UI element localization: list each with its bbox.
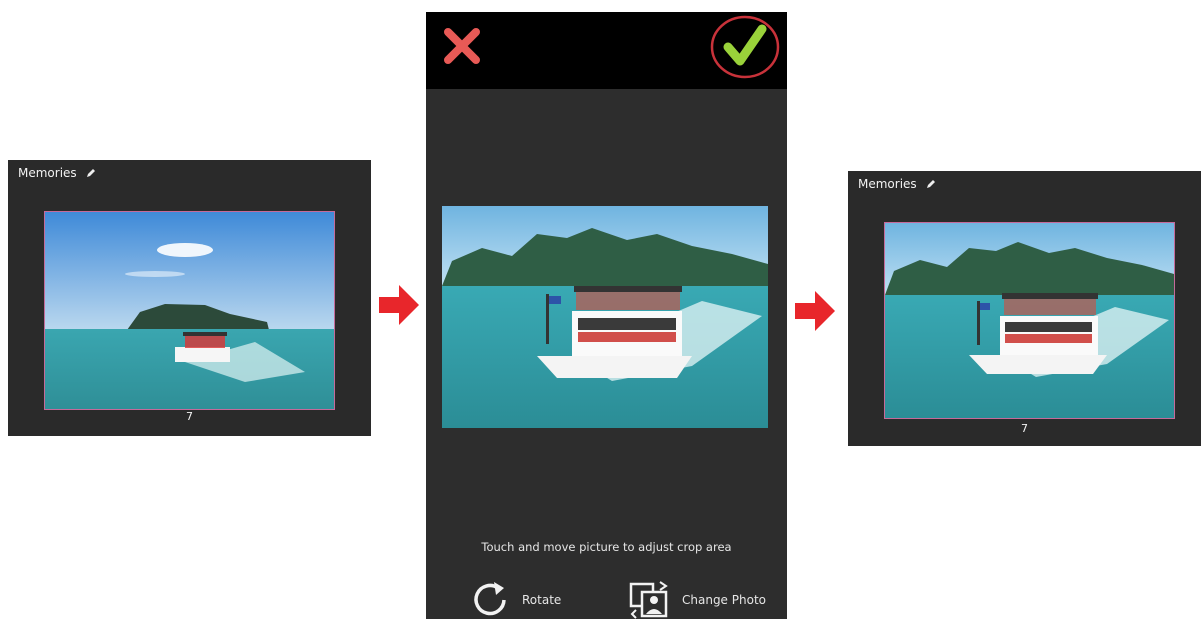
- rotate-icon: [474, 582, 506, 616]
- change-photo-icon: [629, 581, 668, 619]
- checkmark-icon[interactable]: [710, 15, 780, 79]
- change-photo-button[interactable]: Change Photo: [628, 578, 766, 619]
- album-page-after: Memories 7: [848, 171, 1201, 446]
- close-icon[interactable]: [442, 26, 482, 66]
- boat-photo-cropped: [885, 223, 1174, 418]
- crop-toolbar: [426, 12, 787, 89]
- page-number: 7: [1021, 422, 1028, 435]
- arrow-right-icon: [795, 291, 835, 331]
- crop-hint: Touch and move picture to adjust crop ar…: [481, 540, 732, 554]
- album-photo[interactable]: [44, 211, 335, 410]
- pencil-icon[interactable]: [85, 167, 97, 179]
- boat-photo-wide: [45, 212, 334, 409]
- rotate-label: Rotate: [522, 593, 562, 607]
- pencil-icon[interactable]: [925, 178, 937, 190]
- album-photo[interactable]: [884, 222, 1175, 419]
- crop-area[interactable]: [442, 206, 768, 428]
- album-title-row[interactable]: Memories: [858, 177, 937, 191]
- crop-screen: Touch and move picture to adjust crop ar…: [426, 12, 787, 619]
- album-title: Memories: [858, 177, 917, 191]
- boat-photo-cropped: [442, 206, 768, 428]
- rotate-button[interactable]: Rotate: [468, 578, 561, 619]
- album-title-row[interactable]: Memories: [18, 166, 97, 180]
- album-title: Memories: [18, 166, 77, 180]
- album-page-before: Memories 7: [8, 160, 371, 436]
- arrow-right-icon: [379, 285, 419, 325]
- page-number: 7: [186, 410, 193, 423]
- change-photo-label: Change Photo: [682, 593, 766, 607]
